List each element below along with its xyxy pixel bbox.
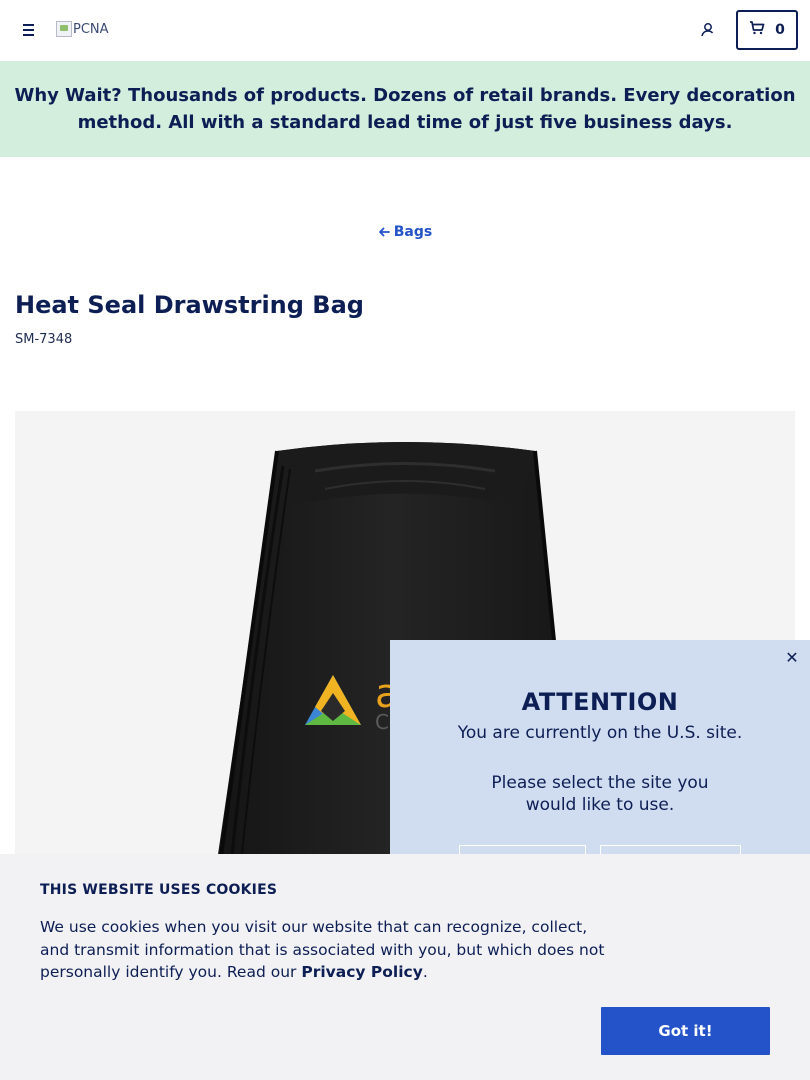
promo-lead: Why Wait? — [14, 85, 122, 106]
cart-icon — [749, 21, 765, 39]
product-title: Heat Seal Drawstring Bag — [15, 291, 364, 319]
cookie-text: We use cookies when you visit our websit… — [40, 916, 620, 984]
accept-cookies-button[interactable]: Got it! — [601, 1007, 770, 1055]
cookie-trailing: . — [422, 963, 428, 981]
close-icon[interactable]: ✕ — [784, 650, 800, 666]
menu-icon[interactable] — [18, 20, 38, 40]
modal-title: ATTENTION — [521, 688, 679, 716]
cookie-banner: THIS WEBSITE USES COOKIES We use cookies… — [0, 854, 810, 1080]
logo[interactable]: PCNA — [56, 21, 109, 37]
promo-banner: Why Wait? Thousands of products. Dozens … — [0, 61, 810, 157]
account-icon[interactable] — [699, 21, 717, 39]
broken-image-icon — [56, 21, 72, 37]
back-link-label: Bags — [393, 224, 433, 240]
svg-text:C: C — [375, 710, 389, 734]
cart-count: 0 — [775, 22, 785, 38]
cart-button[interactable]: 0 — [736, 10, 798, 50]
promo-text: Thousands of products. Dozens of retail … — [77, 85, 796, 133]
modal-current-site: You are currently on the U.S. site. — [457, 723, 743, 743]
modal-prompt: Please select the site you would like to… — [491, 773, 709, 815]
product-sku: SM-7348 — [15, 332, 73, 347]
logo-alt-text: PCNA — [73, 21, 109, 37]
privacy-policy-link[interactable]: Privacy Policy — [301, 963, 423, 981]
back-to-category-link[interactable]: Bags — [0, 224, 810, 240]
site-header: PCNA 0 — [0, 0, 810, 61]
cookie-title: THIS WEBSITE USES COOKIES — [40, 882, 278, 898]
arrow-left-icon — [378, 224, 390, 240]
